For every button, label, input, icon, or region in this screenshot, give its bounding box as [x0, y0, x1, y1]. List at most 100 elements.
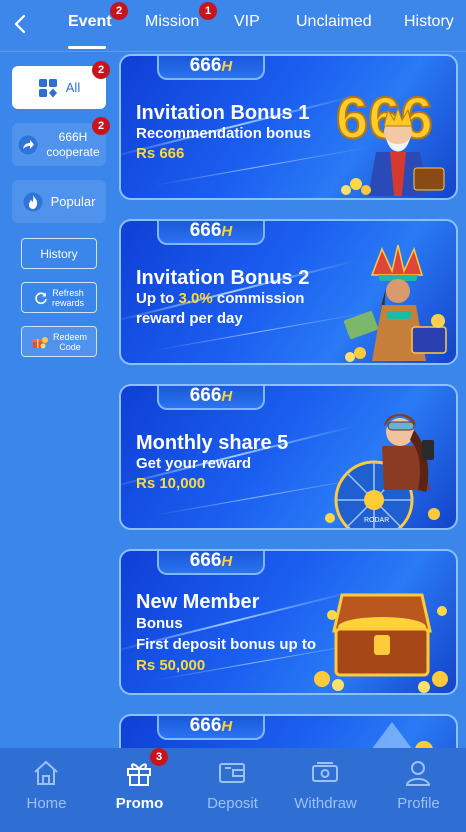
history-label: History	[40, 246, 78, 261]
tab-vip-label: VIP	[234, 13, 260, 30]
brand-logo-number: 666	[189, 220, 222, 241]
brand-logo-number: 666	[189, 550, 222, 571]
promo-amount: Rs 666	[136, 145, 185, 162]
nav-withdraw-label: Withdraw	[294, 795, 357, 812]
refresh-rewards-button[interactable]: Refresh rewards	[21, 282, 97, 313]
promo-card-new-member[interactable]: 666H New Member Bonus First deposit bonu…	[119, 549, 458, 695]
tab-mission[interactable]: Mission	[145, 13, 199, 31]
tab-unclaimed[interactable]: Unclaimed	[296, 13, 372, 31]
brand-logo: 666H	[157, 385, 265, 410]
category-all-badge: 2	[92, 61, 110, 79]
nav-profile[interactable]: Profile	[372, 748, 465, 832]
promo-title: New Member	[136, 591, 260, 613]
nav-promo[interactable]: 3 Promo	[93, 748, 186, 832]
king-666-illustration: 666	[335, 85, 445, 196]
cooperate-line2: cooperate	[46, 144, 100, 159]
aviator-wheel-illustration: RODAR	[325, 414, 440, 528]
nav-deposit-label: Deposit	[207, 795, 258, 812]
back-arrow-icon[interactable]	[10, 12, 32, 36]
redeem-line1: Redeem	[52, 331, 88, 342]
share-arrow-icon	[18, 135, 38, 154]
promo-title: Invitation Bonus 2	[136, 267, 310, 289]
category-all-label: All	[65, 80, 81, 95]
tab-vip[interactable]: VIP	[234, 13, 260, 31]
nav-profile-label: Profile	[397, 795, 440, 812]
refresh-line2: rewards	[51, 297, 84, 308]
flame-icon	[23, 192, 43, 211]
refresh-line1: Refresh	[52, 287, 84, 298]
promo-line1-post: commission	[212, 290, 305, 307]
nav-promo-badge: 3	[150, 748, 168, 766]
promo-card-monthly-share[interactable]: 666H Monthly share 5 Get your reward Rs …	[119, 384, 458, 530]
cash-icon	[312, 762, 338, 782]
promo-line1: Get your reward	[136, 455, 252, 472]
tab-event-label: Event	[68, 13, 112, 30]
tab-history-label: History	[404, 13, 454, 30]
brand-logo-number: 666	[189, 385, 222, 406]
promo-line1: Up to 3.0% commission	[136, 290, 304, 307]
brand-logo: 666H	[157, 55, 265, 80]
promo-amount: Rs 10,000	[136, 475, 206, 492]
brand-logo: 666H	[157, 220, 265, 245]
promo-title: Monthly share 5	[136, 432, 289, 454]
brand-logo-letter: H	[221, 718, 233, 735]
treasure-chest-illustration	[314, 593, 448, 693]
brand-logo-number: 666	[189, 55, 222, 76]
promo-card-invitation-1[interactable]: 666H Invitation Bonus 1 Recommendation b…	[119, 54, 458, 200]
tab-unclaimed-label: Unclaimed	[296, 13, 372, 30]
refresh-icon	[35, 291, 47, 304]
bottom-nav: Home 3 Promo Deposit Withdraw Profile	[0, 748, 466, 832]
category-cooperate-label: 666H cooperate	[46, 130, 99, 160]
promo-list: 666H Invitation Bonus 1 Recommendation b…	[118, 52, 460, 748]
nav-home-label: Home	[26, 795, 67, 812]
category-cooperate-badge: 2	[92, 117, 110, 135]
promo-line2: reward per day	[136, 310, 243, 327]
top-tab-bar: Event 2 Mission 1 VIP Unclaimed History	[0, 0, 466, 52]
nav-withdraw[interactable]: Withdraw	[279, 748, 372, 832]
active-tab-indicator	[68, 46, 106, 49]
promo-line1: Bonus	[136, 615, 183, 632]
tab-event[interactable]: Event	[68, 13, 112, 31]
history-button[interactable]: History	[21, 238, 97, 269]
redeem-code-button[interactable]: Redeem Code	[21, 326, 97, 357]
promo-line2: First deposit bonus up to	[136, 636, 316, 653]
gift-coins-icon	[31, 336, 48, 348]
brand-logo-number: 666	[189, 715, 222, 736]
redeem-label: Redeem Code	[53, 332, 87, 352]
brand-logo-letter: H	[221, 553, 233, 570]
redeem-line2: Code	[59, 341, 81, 352]
promo-amount: Rs 50,000	[136, 657, 206, 674]
promo-card-invitation-2[interactable]: 666H Invitation Bonus 2 Up to 3.0% commi…	[119, 219, 458, 365]
brand-logo-letter: H	[221, 58, 233, 75]
promo-art-partial	[372, 722, 433, 748]
brand-logo: 666H	[157, 550, 265, 575]
tab-mission-label: Mission	[145, 13, 200, 30]
promo-line1-pre: Up to	[136, 290, 179, 307]
nav-deposit[interactable]: Deposit	[186, 748, 279, 832]
category-sidebar: All 2 666H cooperate 2 Popular History Re…	[0, 52, 114, 748]
tab-event-badge: 2	[110, 2, 128, 20]
promo-line1: Recommendation bonus	[136, 125, 312, 142]
wheel-rodar-text: RODAR	[364, 517, 389, 524]
promo-card-partial[interactable]: 666H	[119, 714, 458, 748]
art-666-text: 666	[336, 86, 433, 151]
nav-home[interactable]: Home	[0, 748, 93, 832]
brand-logo-letter: H	[221, 388, 233, 405]
user-icon	[405, 761, 431, 786]
nav-promo-label: Promo	[115, 795, 164, 812]
wallet-icon	[219, 763, 245, 783]
home-icon	[34, 760, 58, 785]
promo-title: Invitation Bonus 1	[136, 102, 310, 124]
aztec-queen-illustration	[344, 245, 447, 362]
promo-commission-rate: 3.0%	[178, 290, 213, 307]
refresh-label: Refresh rewards	[52, 288, 84, 308]
brand-logo-letter: H	[221, 223, 233, 240]
tab-mission-badge: 1	[199, 2, 217, 20]
grid-icon	[38, 78, 57, 97]
cooperate-line1: 666H	[58, 129, 88, 144]
tab-history[interactable]: History	[404, 13, 454, 31]
brand-logo: 666H	[157, 715, 265, 740]
category-popular-button[interactable]: Popular	[12, 180, 106, 223]
gift-icon	[127, 763, 151, 786]
category-popular-label: Popular	[50, 194, 96, 209]
